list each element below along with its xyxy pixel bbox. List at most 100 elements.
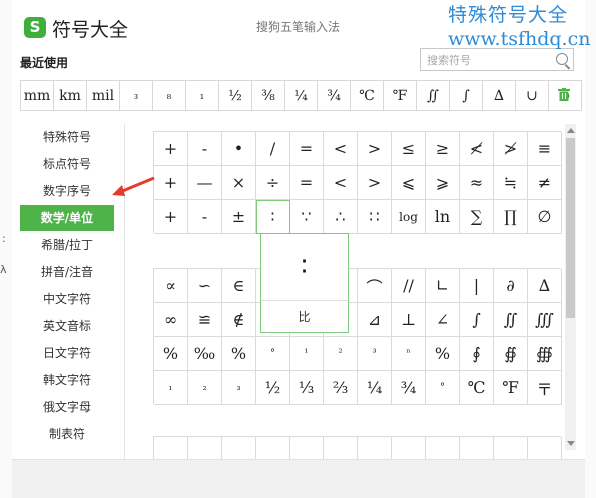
symbol-cell[interactable] — [358, 437, 392, 459]
symbol-cell[interactable]: ≥ — [426, 132, 460, 166]
recent-symbol[interactable]: ∬ — [417, 81, 450, 111]
symbol-cell[interactable]: - — [188, 132, 222, 166]
symbol-cell[interactable]: ≈ — [460, 166, 494, 200]
search-input[interactable] — [421, 50, 547, 71]
scroll-down-icon[interactable] — [567, 441, 575, 446]
symbol-cell[interactable]: // — [392, 269, 426, 303]
recent-symbol[interactable]: km — [54, 81, 87, 111]
symbol-cell[interactable]: % — [222, 337, 256, 371]
symbol-cell[interactable]: ¹ — [290, 337, 324, 371]
symbol-cell[interactable]: / — [256, 132, 290, 166]
symbol-cell[interactable]: log — [392, 200, 426, 234]
symbol-cell[interactable]: ¼ — [358, 371, 392, 405]
scroll-up-icon[interactable] — [567, 128, 575, 133]
symbol-cell[interactable]: = — [290, 132, 324, 166]
symbol-cell[interactable]: + — [154, 200, 188, 234]
sidebar-item[interactable]: 英文音标 — [20, 313, 114, 339]
symbol-cell[interactable] — [154, 437, 188, 459]
symbol-cell[interactable]: ∫ — [460, 303, 494, 337]
trash-icon[interactable] — [558, 88, 570, 101]
symbol-cell[interactable]: ≒ — [494, 166, 528, 200]
symbol-cell[interactable]: ∴ — [324, 200, 358, 234]
symbol-cell[interactable]: > — [358, 132, 392, 166]
symbol-cell[interactable]: % — [426, 337, 460, 371]
symbol-cell[interactable]: ∉ — [222, 303, 256, 337]
symbol-cell[interactable]: ⁿ — [392, 337, 426, 371]
symbol-cell[interactable]: ∰ — [528, 337, 562, 371]
search-icon[interactable] — [556, 53, 568, 65]
symbol-cell[interactable]: ∝ — [154, 269, 188, 303]
symbol-cell[interactable]: ⅓ — [290, 371, 324, 405]
recent-symbol[interactable]: mm — [21, 81, 54, 111]
sidebar-item[interactable]: 数字序号 — [20, 178, 114, 204]
symbol-cell[interactable]: | — [460, 269, 494, 303]
symbol-cell[interactable]: ≠ — [528, 166, 562, 200]
symbol-cell[interactable] — [426, 437, 460, 459]
symbol-cell[interactable]: < — [324, 166, 358, 200]
symbol-cell[interactable]: + — [154, 166, 188, 200]
recent-symbol[interactable]: ½ — [219, 81, 252, 111]
symbol-cell[interactable]: ∂ — [494, 269, 528, 303]
symbol-cell[interactable]: × — [222, 166, 256, 200]
symbol-cell[interactable]: ∞ — [154, 303, 188, 337]
recent-symbol[interactable]: ⅜ — [252, 81, 285, 111]
symbol-cell[interactable]: ∯ — [494, 337, 528, 371]
recent-symbol[interactable]: ₃ — [120, 81, 153, 111]
symbol-cell[interactable]: ≮ — [460, 132, 494, 166]
scroll-thumb[interactable] — [566, 138, 575, 318]
symbol-cell[interactable]: ∈ — [222, 269, 256, 303]
sidebar-item[interactable]: 俄文字母 — [20, 394, 114, 420]
symbol-cell[interactable]: ∮ — [460, 337, 494, 371]
symbol-cell[interactable]: ³ — [358, 337, 392, 371]
symbol-cell[interactable]: ° — [426, 371, 460, 405]
symbol-cell[interactable]: ≤ — [392, 132, 426, 166]
symbol-cell[interactable]: ≯ — [494, 132, 528, 166]
sidebar-item[interactable]: 数学/单位 — [20, 205, 114, 231]
symbol-cell[interactable] — [256, 437, 290, 459]
symbol-cell[interactable]: = — [290, 166, 324, 200]
symbol-cell[interactable]: ⊥ — [392, 303, 426, 337]
sidebar-item[interactable]: 拼音/注音 — [20, 259, 114, 285]
symbol-cell[interactable]: ≌ — [188, 303, 222, 337]
symbol-cell[interactable]: ∟ — [426, 269, 460, 303]
symbol-cell[interactable]: ∑ — [460, 200, 494, 234]
sidebar-item[interactable]: 标点符号 — [20, 151, 114, 177]
symbol-cell[interactable]: ° — [256, 337, 290, 371]
symbol-cell[interactable]: — — [188, 166, 222, 200]
recent-symbol[interactable]: ₈ — [153, 81, 186, 111]
symbol-cell[interactable]: ₁ — [154, 371, 188, 405]
symbol-cell[interactable]: ⩾ — [426, 166, 460, 200]
symbol-cell[interactable]: ¾ — [392, 371, 426, 405]
symbol-cell[interactable]: 〒 — [528, 371, 562, 405]
symbol-cell[interactable]: < — [324, 132, 358, 166]
sidebar-item[interactable]: 特殊符号 — [20, 124, 114, 150]
symbol-cell[interactable]: ∅ — [528, 200, 562, 234]
symbol-cell[interactable]: ⩽ — [392, 166, 426, 200]
symbol-cell[interactable] — [392, 437, 426, 459]
recent-symbol[interactable]: ℉ — [384, 81, 417, 111]
symbol-cell[interactable]: ‰ — [188, 337, 222, 371]
symbol-cell[interactable]: ∽ — [188, 269, 222, 303]
symbol-cell[interactable]: ⅔ — [324, 371, 358, 405]
sidebar-item[interactable]: 希腊/拉丁 — [20, 232, 114, 258]
recent-symbol[interactable]: mil — [87, 81, 120, 111]
symbol-cell[interactable]: % — [154, 337, 188, 371]
symbol-cell[interactable] — [528, 437, 562, 459]
symbol-cell[interactable] — [188, 437, 222, 459]
symbol-cell[interactable]: ℉ — [494, 371, 528, 405]
symbol-cell[interactable]: ⊿ — [358, 303, 392, 337]
symbol-cell[interactable]: > — [358, 166, 392, 200]
symbol-cell[interactable]: ÷ — [256, 166, 290, 200]
sidebar-item[interactable]: 日文字符 — [20, 340, 114, 366]
sidebar-item[interactable]: 制表符 — [20, 421, 114, 447]
symbol-cell[interactable]: ∆ — [528, 269, 562, 303]
recent-symbol[interactable]: ∫ — [450, 81, 483, 111]
symbol-cell[interactable]: ∬ — [494, 303, 528, 337]
symbol-cell[interactable]: ∏ — [494, 200, 528, 234]
symbol-cell[interactable] — [290, 437, 324, 459]
symbol-cell[interactable]: ± — [222, 200, 256, 234]
grid-scrollbar[interactable] — [565, 124, 576, 450]
symbol-cell[interactable]: - — [188, 200, 222, 234]
symbol-cell[interactable]: ½ — [256, 371, 290, 405]
recent-symbol[interactable]: ∪ — [516, 81, 549, 111]
